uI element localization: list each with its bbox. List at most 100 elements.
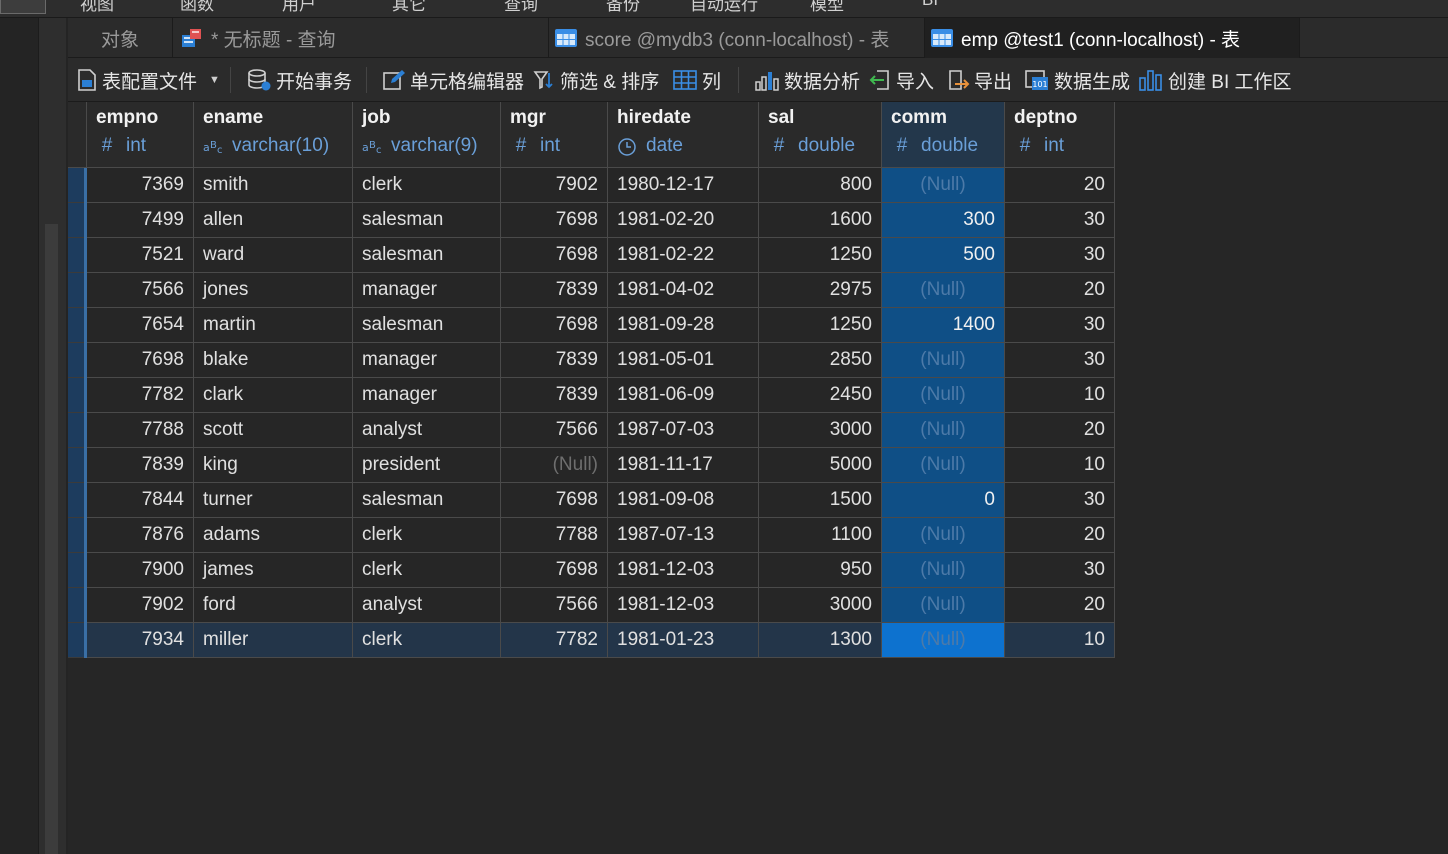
table-row[interactable]: 7902 ford analyst 7566 1981-12-03 3000 (Null) 2… bbox=[68, 588, 1115, 623]
cell-ename[interactable]: scott bbox=[194, 413, 353, 448]
cell-ename[interactable]: blake bbox=[194, 343, 353, 378]
tab-emp-table[interactable]: emp @test1 (conn-localhost) - 表 bbox=[925, 18, 1300, 58]
cell-mgr[interactable]: 7839 bbox=[501, 273, 608, 308]
cell-job[interactable]: salesman bbox=[353, 308, 501, 343]
row-marker[interactable] bbox=[68, 518, 87, 553]
row-marker[interactable] bbox=[68, 623, 87, 658]
row-marker[interactable] bbox=[68, 273, 87, 308]
cell-empno[interactable]: 7900 bbox=[87, 553, 194, 588]
cell-comm[interactable]: 500 bbox=[882, 238, 1005, 273]
cell-job[interactable]: clerk bbox=[353, 518, 501, 553]
cell-comm[interactable]: 300 bbox=[882, 203, 1005, 238]
table-row[interactable]: 7782 clark manager 7839 1981-06-09 2450 (Null)… bbox=[68, 378, 1115, 413]
row-marker[interactable] bbox=[68, 168, 87, 203]
cell-hiredate[interactable]: 1981-09-08 bbox=[608, 483, 759, 518]
cell-sal[interactable]: 3000 bbox=[759, 588, 882, 623]
cell-hiredate[interactable]: 1981-12-03 bbox=[608, 553, 759, 588]
import-button[interactable]: 导入 bbox=[868, 58, 934, 102]
cell-hiredate[interactable]: 1981-02-20 bbox=[608, 203, 759, 238]
cell-sal[interactable]: 950 bbox=[759, 553, 882, 588]
cell-sal[interactable]: 5000 bbox=[759, 448, 882, 483]
cell-hiredate[interactable]: 1981-05-01 bbox=[608, 343, 759, 378]
cell-mgr[interactable]: 7566 bbox=[501, 588, 608, 623]
cell-hiredate[interactable]: 1981-04-02 bbox=[608, 273, 759, 308]
table-row[interactable]: 7521 ward salesman 7698 1981-02-22 1250 500 30 bbox=[68, 238, 1115, 273]
cell-deptno[interactable]: 10 bbox=[1005, 378, 1115, 413]
cell-job[interactable]: manager bbox=[353, 378, 501, 413]
cell-ename[interactable]: clark bbox=[194, 378, 353, 413]
data-generation-button[interactable]: 101 数据生成 bbox=[1024, 58, 1130, 102]
cell-ename[interactable]: ford bbox=[194, 588, 353, 623]
table-row[interactable]: 7698 blake manager 7839 1981-05-01 2850 (Null)… bbox=[68, 343, 1115, 378]
table-row[interactable]: 7839 king president (Null) 1981-11-17 5000 (Nu… bbox=[68, 448, 1115, 483]
cell-empno[interactable]: 7369 bbox=[87, 168, 194, 203]
cell-mgr[interactable]: 7788 bbox=[501, 518, 608, 553]
row-marker[interactable] bbox=[68, 378, 87, 413]
cell-job[interactable]: analyst bbox=[353, 413, 501, 448]
cell-comm[interactable]: (Null) bbox=[882, 553, 1005, 588]
column-header-comm[interactable]: comm # double bbox=[882, 102, 1005, 168]
cell-empno[interactable]: 7654 bbox=[87, 308, 194, 343]
cell-mgr[interactable]: (Null) bbox=[501, 448, 608, 483]
menu-bi[interactable]: BI bbox=[922, 0, 938, 10]
table-row[interactable]: 7900 james clerk 7698 1981-12-03 950 (Null) 30 bbox=[68, 553, 1115, 588]
cell-ename[interactable]: jones bbox=[194, 273, 353, 308]
cell-deptno[interactable]: 20 bbox=[1005, 518, 1115, 553]
menu-backup[interactable]: 备份 bbox=[606, 0, 640, 15]
menu-selected-item[interactable] bbox=[0, 0, 46, 14]
column-header-sal[interactable]: sal # double bbox=[759, 102, 882, 168]
menu-other[interactable]: 其它 bbox=[392, 0, 426, 15]
cell-ename[interactable]: smith bbox=[194, 168, 353, 203]
cell-mgr[interactable]: 7698 bbox=[501, 238, 608, 273]
cell-job[interactable]: salesman bbox=[353, 483, 501, 518]
menu-query[interactable]: 查询 bbox=[504, 0, 538, 15]
cell-ename[interactable]: turner bbox=[194, 483, 353, 518]
row-marker[interactable] bbox=[68, 343, 87, 378]
tab-untitled-query[interactable]: * 无标题 - 查询 bbox=[173, 18, 549, 58]
export-button[interactable]: 导出 bbox=[946, 58, 1012, 102]
cell-sal[interactable]: 1500 bbox=[759, 483, 882, 518]
cell-hiredate[interactable]: 1981-09-28 bbox=[608, 308, 759, 343]
cell-deptno[interactable]: 20 bbox=[1005, 413, 1115, 448]
cell-deptno[interactable]: 20 bbox=[1005, 168, 1115, 203]
cell-ename[interactable]: martin bbox=[194, 308, 353, 343]
cell-sal[interactable]: 3000 bbox=[759, 413, 882, 448]
cell-job[interactable]: analyst bbox=[353, 588, 501, 623]
cell-hiredate[interactable]: 1981-11-17 bbox=[608, 448, 759, 483]
cell-job[interactable]: president bbox=[353, 448, 501, 483]
cell-hiredate[interactable]: 1981-06-09 bbox=[608, 378, 759, 413]
table-row[interactable]: 7566 jones manager 7839 1981-04-02 2975 (Null)… bbox=[68, 273, 1115, 308]
cell-hiredate[interactable]: 1981-01-23 bbox=[608, 623, 759, 658]
cell-empno[interactable]: 7788 bbox=[87, 413, 194, 448]
cell-job[interactable]: clerk bbox=[353, 553, 501, 588]
cell-comm[interactable]: (Null) bbox=[882, 518, 1005, 553]
cell-ename[interactable]: james bbox=[194, 553, 353, 588]
table-row[interactable]: 7876 adams clerk 7788 1987-07-13 1100 (Null) 20 bbox=[68, 518, 1115, 553]
row-marker[interactable] bbox=[68, 448, 87, 483]
cell-job[interactable]: clerk bbox=[353, 168, 501, 203]
cell-editor-button[interactable]: 单元格编辑器 bbox=[382, 58, 524, 102]
column-header-mgr[interactable]: mgr # int bbox=[501, 102, 608, 168]
cell-deptno[interactable]: 30 bbox=[1005, 238, 1115, 273]
column-header-ename[interactable]: ename a Bc varchar(10) bbox=[194, 102, 353, 168]
table-row[interactable]: 7788 scott analyst 7566 1987-07-03 3000 (Null)… bbox=[68, 413, 1115, 448]
cell-deptno[interactable]: 30 bbox=[1005, 483, 1115, 518]
column-header-deptno[interactable]: deptno # int bbox=[1005, 102, 1115, 168]
cell-job[interactable]: manager bbox=[353, 343, 501, 378]
cell-empno[interactable]: 7499 bbox=[87, 203, 194, 238]
cell-hiredate[interactable]: 1987-07-13 bbox=[608, 518, 759, 553]
cell-job[interactable]: manager bbox=[353, 273, 501, 308]
cell-sal[interactable]: 1100 bbox=[759, 518, 882, 553]
cell-sal[interactable]: 2975 bbox=[759, 273, 882, 308]
cell-hiredate[interactable]: 1981-02-22 bbox=[608, 238, 759, 273]
column-header-empno[interactable]: empno # int bbox=[87, 102, 194, 168]
cell-deptno[interactable]: 10 bbox=[1005, 448, 1115, 483]
cell-empno[interactable]: 7902 bbox=[87, 588, 194, 623]
filter-sort-button[interactable]: 筛选 & 排序 bbox=[532, 58, 659, 102]
cell-deptno[interactable]: 10 bbox=[1005, 623, 1115, 658]
cell-mgr[interactable]: 7839 bbox=[501, 378, 608, 413]
cell-empno[interactable]: 7782 bbox=[87, 378, 194, 413]
cell-mgr[interactable]: 7839 bbox=[501, 343, 608, 378]
cell-comm[interactable]: (Null) bbox=[882, 448, 1005, 483]
row-marker[interactable] bbox=[68, 413, 87, 448]
